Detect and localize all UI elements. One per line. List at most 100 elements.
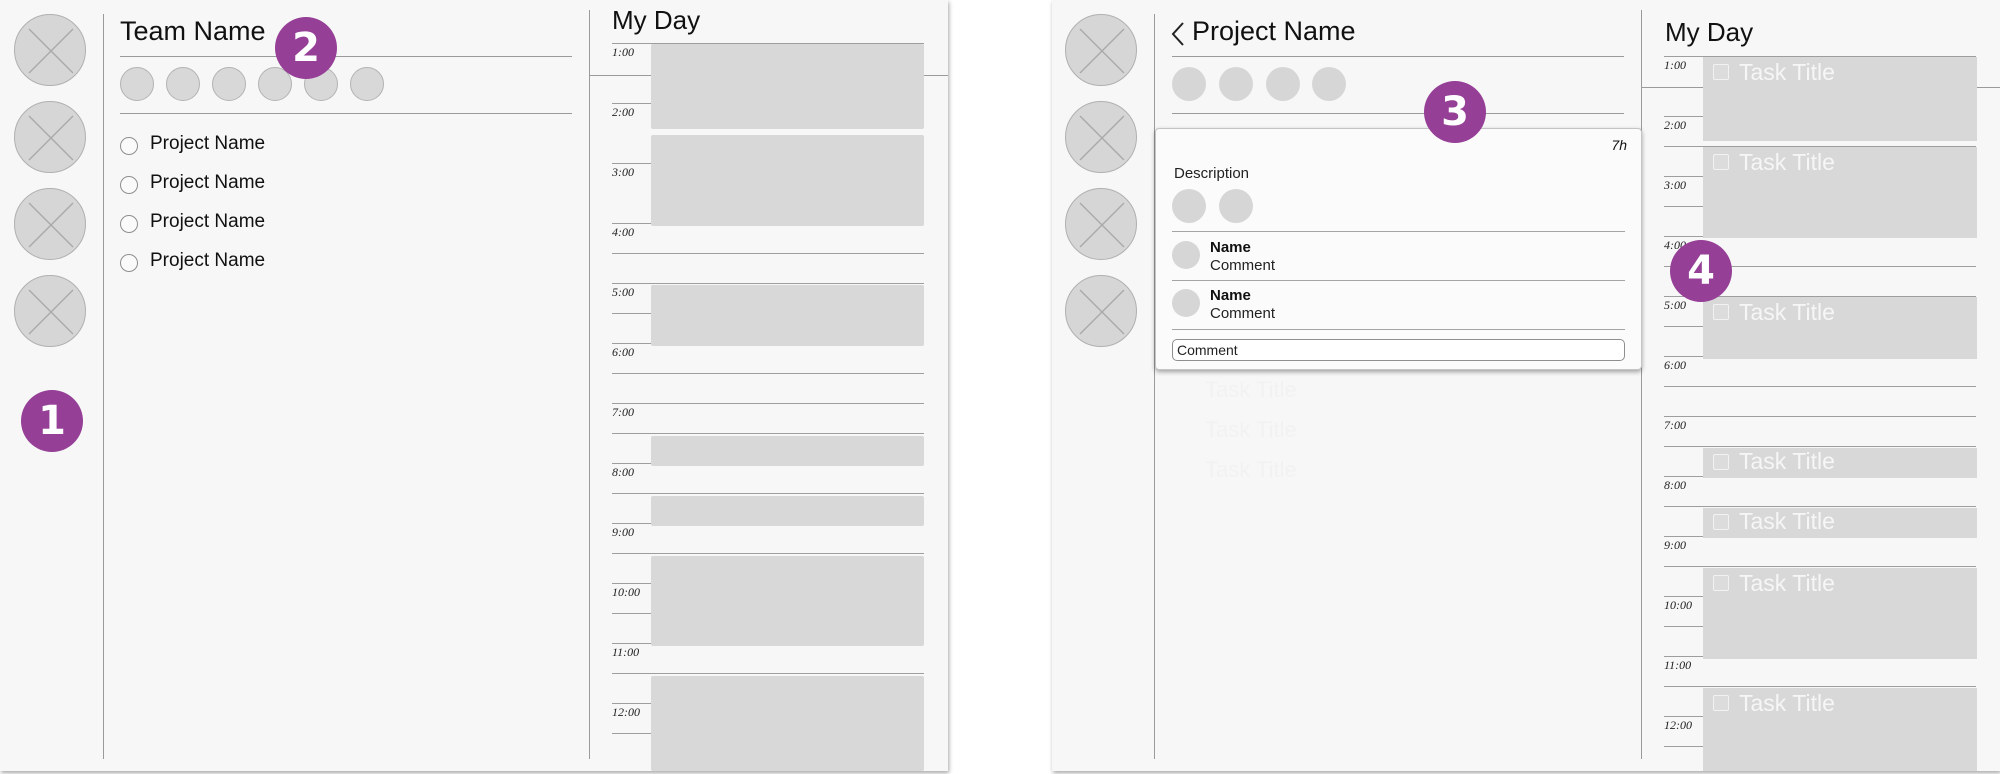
image-placeholder-icon [1079, 289, 1125, 335]
event-block[interactable] [651, 676, 924, 771]
time-label: 10:00 [1664, 598, 1692, 612]
team-icon[interactable] [14, 101, 86, 173]
team-icon[interactable] [1065, 188, 1137, 260]
list-item[interactable]: Task Title [1205, 377, 1297, 403]
hour-line [612, 253, 924, 254]
image-placeholder-icon [1079, 202, 1125, 248]
project-title: Project Name [1192, 16, 1356, 46]
avatar[interactable] [1266, 67, 1300, 101]
task-block[interactable]: Task Title [1703, 448, 1977, 478]
radio-circle-icon[interactable] [120, 215, 138, 233]
avatar[interactable] [1219, 67, 1253, 101]
team-icon[interactable] [14, 14, 86, 86]
task-title: Task Title [1739, 59, 1835, 85]
time-label: 3:00 [612, 165, 634, 179]
avatar [1172, 241, 1200, 269]
avatar[interactable] [1172, 67, 1206, 101]
list-item[interactable]: Task Title [1205, 417, 1297, 443]
callout-badge: 2 [275, 17, 337, 79]
event-block[interactable] [651, 135, 924, 226]
project-label: Project Name [150, 211, 266, 232]
divider [1172, 231, 1625, 232]
radio-circle-icon[interactable] [120, 254, 138, 272]
radio-circle-icon[interactable] [120, 137, 138, 155]
comment-author: Name [1210, 287, 1251, 304]
header-divider [120, 56, 572, 57]
event-block[interactable] [651, 44, 924, 129]
event-block[interactable] [651, 436, 924, 466]
checkbox-icon[interactable] [1713, 304, 1729, 320]
avatar[interactable] [1312, 67, 1346, 101]
avatar[interactable] [1172, 189, 1206, 223]
checkbox-icon[interactable] [1713, 154, 1729, 170]
event-block[interactable] [651, 496, 924, 526]
team-icon[interactable] [14, 275, 86, 347]
checkbox-icon[interactable] [1713, 695, 1729, 711]
avatar[interactable] [350, 67, 384, 101]
members-divider [120, 113, 572, 114]
divider [1172, 280, 1625, 281]
image-placeholder-icon [28, 115, 74, 161]
checkbox-icon[interactable] [1713, 575, 1729, 591]
hour-line [612, 373, 924, 374]
rail-divider [103, 14, 104, 759]
time-label: 11:00 [1664, 658, 1692, 672]
team-icon[interactable] [1065, 275, 1137, 347]
avatar[interactable] [212, 67, 246, 101]
task-block[interactable]: Task Title [1703, 57, 1977, 141]
hour-line [1664, 566, 1976, 567]
task-detail-card[interactable]: 7h Description Name Comment Name Comment… [1155, 128, 1642, 370]
hour-line [1664, 686, 1976, 687]
left-screen: Team Name Project Name Project Name Proj… [0, 0, 948, 771]
hour-line [612, 553, 924, 554]
time-label: 4:00 [612, 225, 634, 239]
column-divider [1641, 10, 1642, 759]
checkbox-icon[interactable] [1713, 64, 1729, 80]
avatar[interactable] [1219, 189, 1253, 223]
task-block[interactable]: Task Title [1703, 297, 1977, 359]
team-title: Team Name [120, 16, 266, 46]
checkbox-icon[interactable] [1713, 514, 1729, 530]
team-icon[interactable] [1065, 14, 1137, 86]
checkbox-icon[interactable] [1713, 454, 1729, 470]
task-title: Task Title [1739, 448, 1835, 474]
avatar[interactable] [120, 67, 154, 101]
time-label: 5:00 [612, 285, 634, 299]
task-block[interactable]: Task Title [1703, 688, 1977, 771]
callout-badge: 3 [1424, 81, 1486, 143]
comment-text: Comment [1210, 305, 1276, 322]
list-item[interactable]: Task Title [1205, 457, 1297, 483]
team-icon[interactable] [1065, 101, 1137, 173]
time-label: 10:00 [612, 585, 640, 599]
image-placeholder-icon [28, 202, 74, 248]
chevron-left-icon[interactable] [1170, 20, 1186, 48]
avatar [1172, 289, 1200, 317]
hour-line [1664, 506, 1976, 507]
avatar[interactable] [166, 67, 200, 101]
time-estimate: 7h [1611, 137, 1627, 153]
image-placeholder-icon [28, 289, 74, 335]
task-block[interactable]: Task Title [1703, 508, 1977, 538]
time-label: 5:00 [1664, 298, 1686, 312]
team-icon[interactable] [14, 188, 86, 260]
hour-line [1664, 416, 1976, 417]
event-block[interactable] [651, 556, 924, 646]
time-label: 6:00 [1664, 358, 1686, 372]
time-label: 12:00 [612, 705, 640, 719]
task-block[interactable]: Task Title [1703, 568, 1977, 659]
hour-line [1664, 446, 1976, 447]
time-label: 6:00 [612, 345, 634, 359]
image-placeholder-icon [28, 28, 74, 74]
comment-author: Name [1210, 239, 1251, 256]
time-label: 7:00 [1664, 418, 1686, 432]
time-label: 12:00 [1664, 718, 1692, 732]
my-day-title: My Day [612, 5, 701, 35]
task-block[interactable]: Task Title [1703, 147, 1977, 238]
comment-input[interactable]: Comment [1172, 339, 1625, 361]
task-title: Task Title [1739, 299, 1835, 325]
divider [1172, 329, 1625, 330]
hour-line [612, 403, 924, 404]
radio-circle-icon[interactable] [120, 176, 138, 194]
event-block[interactable] [651, 285, 924, 346]
time-label: 1:00 [1664, 58, 1686, 72]
